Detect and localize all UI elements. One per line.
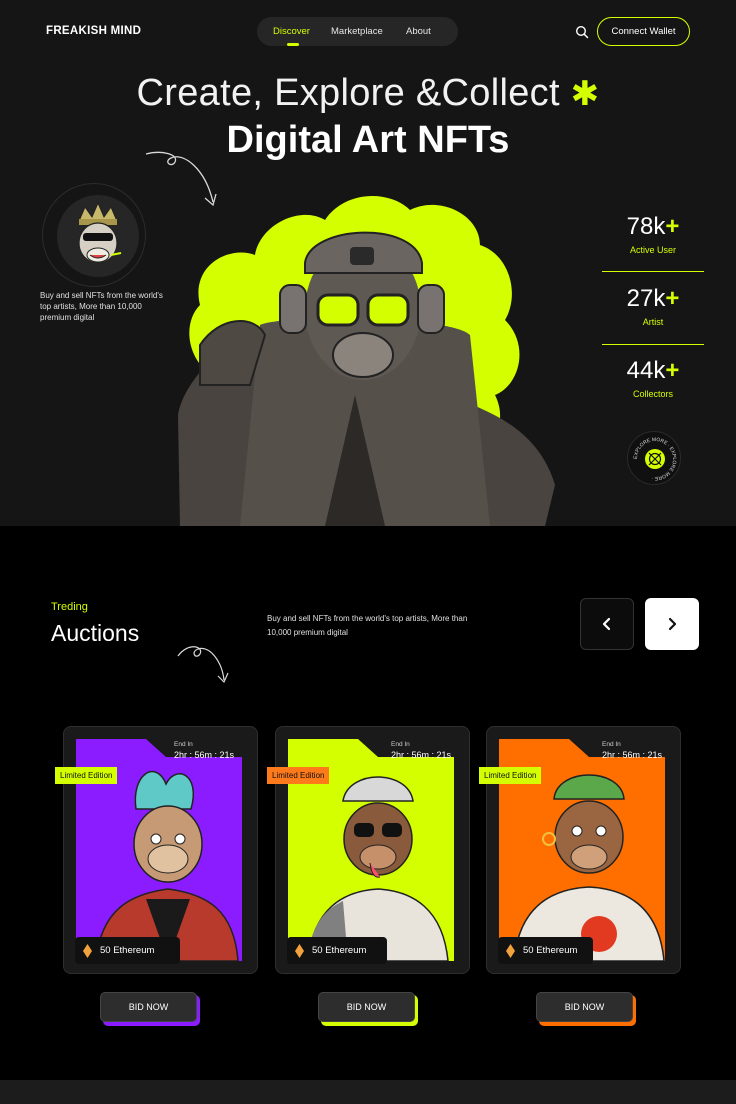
price-label: 50 Ethereum (523, 945, 578, 956)
stat-label: Collectors (632, 389, 673, 399)
stat-artists: 27k+ Artist (602, 285, 704, 327)
carousel-prev-button[interactable] (580, 598, 634, 650)
hero-headline-text: Create, Explore &Collect (136, 72, 560, 114)
stat-value: 44k (626, 357, 666, 384)
curly-arrow-icon (177, 646, 229, 684)
bid-now-button[interactable]: BID NOW (536, 992, 633, 1022)
search-icon[interactable] (575, 25, 589, 39)
bid-now-button[interactable]: BID NOW (100, 992, 197, 1022)
bid-button-wrapper: BID NOW (536, 992, 636, 1026)
limited-edition-tag: Limited Edition (479, 767, 542, 784)
countdown-timer: 2hr : 56m : 21s (391, 750, 452, 760)
bid-button-wrapper: BID NOW (318, 992, 418, 1026)
section-title: Auctions (51, 620, 140, 646)
ethereum-icon (506, 943, 515, 958)
carousel-next-button[interactable] (645, 598, 699, 650)
price-tag: 50 Ethereum (75, 937, 180, 964)
auction-card[interactable]: 50 Ethereum (486, 726, 681, 974)
connect-wallet-button[interactable]: Connect Wallet (597, 17, 690, 46)
ends-in-label: End In (174, 741, 193, 748)
chevron-right-icon (668, 617, 677, 631)
stat-plus: + (665, 357, 680, 384)
stat-active-users: 78k+ Active User (602, 213, 704, 255)
bid-now-button[interactable]: BID NOW (318, 992, 415, 1022)
stat-value: 78k (626, 213, 666, 240)
ends-in-label: End In (602, 741, 621, 748)
hero-headline: Create, Explore &Collect ✱ (0, 72, 736, 115)
rotating-text-icon: EXPLORE MORE · EXPLORE MORE · (633, 437, 677, 481)
crowned-ape-icon (78, 201, 122, 264)
hero-subheadline: Digital Art NFTs (226, 119, 510, 161)
hero-section: FREAKISH MIND Discover Marketplace About… (0, 0, 736, 526)
limited-edition-tag: Limited Edition (55, 767, 118, 784)
stat-divider (602, 271, 704, 272)
stat-label: Artist (642, 317, 664, 327)
active-nav-indicator (287, 43, 299, 46)
section-kicker: Treding (51, 601, 88, 613)
brand-logo[interactable]: FREAKISH MIND (46, 25, 141, 37)
stat-plus: + (665, 285, 680, 312)
hero-description: Buy and sell NFTs from the world's top a… (40, 291, 163, 322)
auction-card[interactable]: 50 Ethereum (63, 726, 258, 974)
chevron-left-icon (602, 617, 611, 631)
asterisk-icon: ✱ (570, 75, 600, 113)
stat-collectors: 44k+ Collectors (602, 357, 704, 399)
stat-value: 27k (626, 285, 666, 312)
price-tag: 50 Ethereum (498, 937, 593, 964)
stat-plus: + (665, 213, 680, 240)
stat-divider (602, 344, 704, 345)
price-label: 50 Ethereum (100, 945, 155, 956)
nav-discover[interactable]: Discover (273, 26, 310, 37)
nav-about[interactable]: About (406, 26, 431, 37)
countdown-timer: 2hr : 56m : 21s (602, 750, 663, 760)
price-label: 50 Ethereum (312, 945, 367, 956)
hero-ape-artwork (178, 196, 555, 526)
ethereum-icon (83, 943, 92, 958)
stat-label: Active User (629, 245, 676, 255)
avatar[interactable] (57, 195, 139, 277)
nav-marketplace[interactable]: Marketplace (331, 26, 383, 37)
ends-in-label: End In (391, 741, 410, 748)
explore-more-badge[interactable]: EXPLORE MORE · EXPLORE MORE · (627, 431, 681, 485)
section-description: Buy and sell NFTs from the world's top a… (267, 614, 468, 637)
nav-menu: Discover Marketplace About (257, 17, 458, 46)
limited-edition-tag: Limited Edition (267, 767, 330, 784)
footer-strip (0, 1080, 736, 1104)
countdown-timer: 2hr : 56m : 21s (174, 750, 235, 760)
bid-button-wrapper: BID NOW (100, 992, 200, 1026)
price-tag: 50 Ethereum (287, 937, 387, 964)
auction-card[interactable]: 50 Ethereum (275, 726, 470, 974)
ethereum-icon (295, 943, 304, 958)
